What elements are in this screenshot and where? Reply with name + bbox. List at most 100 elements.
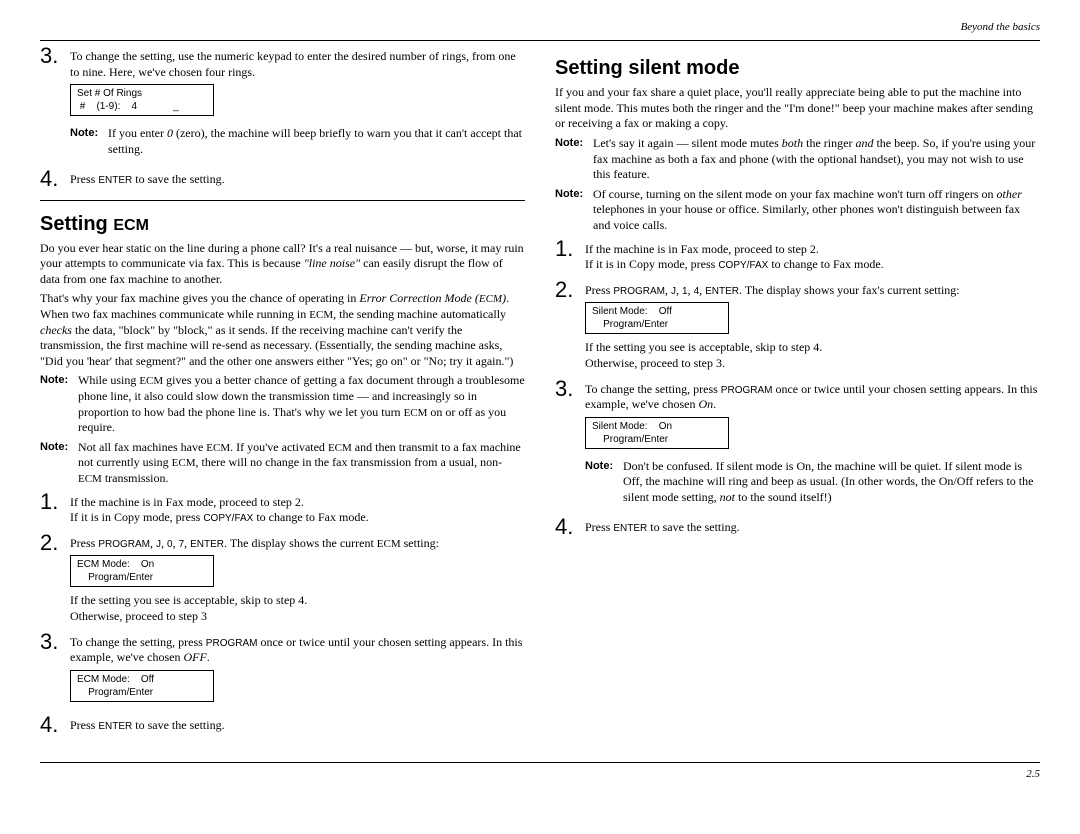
note-body: Let's say it again — silent mode mutes b… xyxy=(593,136,1040,183)
step-number: 2. xyxy=(555,279,585,301)
t: Press PROGRAM, J, 0, 7, ENTER. The displ… xyxy=(70,536,525,552)
note-body: Not all fax machines have ECM. If you've… xyxy=(78,440,525,487)
step-body: To change the setting, use the numeric k… xyxy=(70,45,525,161)
step-body: Press PROGRAM, J, 0, 7, ENTER. The displ… xyxy=(70,532,525,625)
note-label: Note: xyxy=(40,440,78,487)
t: ECM xyxy=(139,375,163,387)
step-number: 1. xyxy=(40,491,70,513)
t: ECM xyxy=(78,473,102,485)
lcd-line1: ECM Mode: Off xyxy=(77,673,207,686)
step-number: 4. xyxy=(40,714,70,736)
t: On xyxy=(698,397,713,411)
t: to save the setting. xyxy=(647,520,739,534)
footer: 2.5 xyxy=(40,762,1040,781)
lcd-line1: ECM Mode: On xyxy=(77,558,207,571)
key-label: COPY/FAX xyxy=(203,513,253,524)
step-number: 3. xyxy=(40,631,70,653)
silent-p1: If you and your fax share a quiet place,… xyxy=(555,85,1040,132)
note-label: Note: xyxy=(40,373,78,435)
step-number: 3. xyxy=(555,378,585,400)
t: Otherwise, proceed to step 3. xyxy=(585,356,1040,372)
ecm-step3: 3. To change the setting, press PROGRAM … xyxy=(40,631,525,708)
note-label: Note: xyxy=(70,126,108,157)
step-body: Press ENTER to save the setting. xyxy=(70,168,525,188)
left-step4: 4. Press ENTER to save the setting. xyxy=(40,168,525,190)
t: If it is in Copy mode, press xyxy=(585,257,718,271)
t: to the sound itself!) xyxy=(735,490,832,504)
t: To change the setting, press PROGRAM onc… xyxy=(70,635,525,666)
silent-note1: Note: Let's say it again — silent mode m… xyxy=(555,136,1040,183)
heading-setting-ecm: Setting ECM xyxy=(40,211,525,237)
key-label: ENTER xyxy=(190,539,224,550)
rule xyxy=(40,200,525,201)
t: telephones in your house or office. Simi… xyxy=(593,202,1020,232)
t: Setting xyxy=(40,213,113,235)
lcd-line1: Silent Mode: Off xyxy=(592,305,722,318)
t: . xyxy=(207,650,210,664)
step-number: 3. xyxy=(40,45,70,67)
t: If the machine is in Fax mode, proceed t… xyxy=(70,495,525,511)
t: . The display shows your fax's current s… xyxy=(739,283,960,297)
t: That's why your fax machine gives you th… xyxy=(40,291,359,305)
step-number: 1. xyxy=(555,238,585,260)
t: Not all fax machines have xyxy=(78,440,206,454)
t: ECM xyxy=(309,309,333,321)
t: To change the setting, press PROGRAM onc… xyxy=(585,382,1040,413)
note-label: Note: xyxy=(555,136,593,183)
lcd-line2: Program/Enter xyxy=(592,433,722,446)
t: If it is in Copy mode, press COPY/FAX to… xyxy=(585,257,1040,273)
ecm-step4: 4. Press ENTER to save the setting. xyxy=(40,714,525,736)
step-body: To change the setting, press PROGRAM onc… xyxy=(70,631,525,708)
note-body: Of course, turning on the silent mode on… xyxy=(593,187,1040,234)
note-body: If you enter 0 (zero), the machine will … xyxy=(108,126,525,157)
t: ECM xyxy=(206,442,230,454)
t: "line noise" xyxy=(304,256,360,270)
key-label: PROGRAM xyxy=(98,539,150,550)
t: ECM xyxy=(113,217,149,234)
note-label: Note: xyxy=(555,187,593,234)
step-text: To change the setting, use the numeric k… xyxy=(70,49,525,80)
lcd-display: Set # Of Rings # (1-9): 4 _ xyxy=(70,84,214,116)
t: to change to Fax mode. xyxy=(768,257,883,271)
step-body: Press ENTER to save the setting. xyxy=(585,516,1040,536)
step-body: Press ENTER to save the setting. xyxy=(70,714,525,734)
key-label: ENTER xyxy=(98,175,132,186)
t: ECM xyxy=(377,538,401,550)
step-body: Press PROGRAM, J, 1, 4, ENTER. The displ… xyxy=(585,279,1040,372)
key-label: ENTER xyxy=(613,523,647,534)
t: . xyxy=(713,397,716,411)
silent-step2: 2. Press PROGRAM, J, 1, 4, ENTER. The di… xyxy=(555,279,1040,372)
t: ECM xyxy=(328,442,352,454)
t: Press PROGRAM, J, 1, 4, ENTER. The displ… xyxy=(585,283,1040,299)
left-step3: 3. To change the setting, use the numeri… xyxy=(40,45,525,161)
key-label: ENTER xyxy=(705,286,739,297)
t: checks xyxy=(40,323,72,337)
page: Beyond the basics 3. To change the setti… xyxy=(40,20,1040,781)
lcd-line2: Program/Enter xyxy=(77,571,207,584)
t: If it is in Copy mode, press xyxy=(70,510,203,524)
right-column: Setting silent mode If you and your fax … xyxy=(555,45,1040,741)
step-body: If the machine is in Fax mode, proceed t… xyxy=(70,491,525,526)
t: If you enter xyxy=(108,126,167,140)
step-body: To change the setting, press PROGRAM onc… xyxy=(585,378,1040,510)
silent-step4: 4. Press ENTER to save the setting. xyxy=(555,516,1040,538)
t: transmission. xyxy=(102,471,169,485)
t: Press xyxy=(70,172,98,186)
step-number: 4. xyxy=(555,516,585,538)
lcd-display: Silent Mode: On Program/Enter xyxy=(585,417,729,449)
t: , the sending machine automatically xyxy=(333,307,506,321)
t: . The display shows the current xyxy=(224,536,377,550)
lcd-line1: Silent Mode: On xyxy=(592,420,722,433)
lcd-line2: Program/Enter xyxy=(77,686,207,699)
t: Press xyxy=(70,536,98,550)
t: Press xyxy=(585,520,613,534)
t: While using xyxy=(78,373,139,387)
note: Note: If you enter 0 (zero), the machine… xyxy=(70,126,525,157)
note-body: Don't be confused. If silent mode is On,… xyxy=(623,459,1040,506)
lcd-line1: Set # Of Rings xyxy=(77,87,207,100)
left-column: 3. To change the setting, use the numeri… xyxy=(40,45,525,741)
ecm-p1: Do you ever hear static on the line duri… xyxy=(40,241,525,288)
t: Of course, turning on the silent mode on… xyxy=(593,187,997,201)
t: , there will no change in the fax transm… xyxy=(196,455,503,469)
t: other xyxy=(997,187,1022,201)
